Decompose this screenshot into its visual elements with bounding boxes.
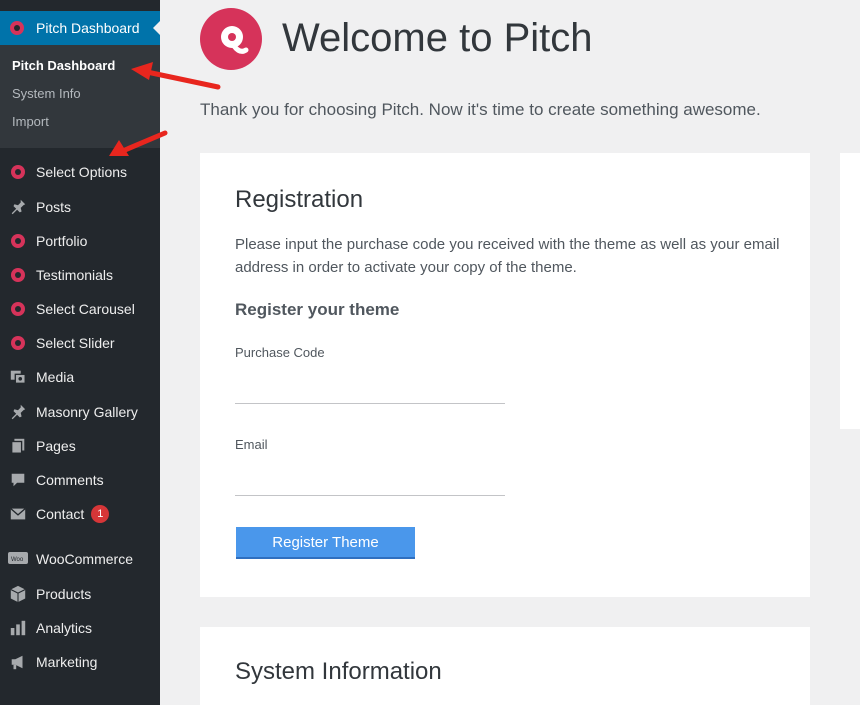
submenu-item-system-info[interactable]: System Info <box>12 86 81 101</box>
sidebar-item-masonry-gallery[interactable]: Masonry Gallery <box>0 395 160 429</box>
sidebar-item-posts[interactable]: Posts <box>0 190 160 224</box>
sidebar-item-portfolio[interactable]: Portfolio <box>0 224 160 258</box>
email-input[interactable] <box>235 466 505 496</box>
pitch-icon <box>10 21 36 35</box>
sidebar-item-label: Pages <box>36 438 76 454</box>
intro-text: Thank you for choosing Pitch. Now it's t… <box>200 100 761 119</box>
sidebar-item-label: Media <box>36 369 75 385</box>
sidebar-item-label: Select Slider <box>36 335 115 351</box>
select-icon <box>0 268 36 282</box>
sidebar-item-label: Select Carousel <box>36 301 135 317</box>
sidebar-item-pages[interactable]: Pages <box>0 429 160 463</box>
pushpin-icon <box>0 198 36 216</box>
sidebar-item-label: Comments <box>36 472 104 488</box>
system-info-card: System Information <box>200 627 810 705</box>
sidebar-item-label: Pitch Dashboard <box>36 20 140 36</box>
registration-card: Registration Please input the purchase c… <box>200 153 810 597</box>
box-icon <box>0 585 36 603</box>
purchase-code-input[interactable] <box>235 374 505 404</box>
sidebar-item-pitch-dashboard[interactable]: Pitch Dashboard <box>0 11 161 45</box>
sidebar-item-testimonials[interactable]: Testimonials <box>0 258 160 292</box>
sidebar-item-woocommerce[interactable]: Woo WooCommerce <box>0 542 160 576</box>
sidebar-item-label: Posts <box>36 199 72 215</box>
mail-icon <box>0 505 36 523</box>
comment-icon <box>0 471 36 489</box>
notification-badge: 1 <box>91 505 110 523</box>
sidebar-item-label: Masonry Gallery <box>36 404 138 420</box>
sidebar-item-label: Products <box>36 586 92 602</box>
sidebar-item-select-options[interactable]: Select Options <box>0 155 160 189</box>
sidebar-item-label: Contact <box>36 506 85 522</box>
select-icon <box>0 302 36 316</box>
media-icon <box>0 368 36 386</box>
email-label: Email <box>235 437 268 452</box>
bar-chart-icon <box>0 619 36 637</box>
sidebar-item-label: Marketing <box>36 654 98 670</box>
registration-description: Please input the purchase code you recei… <box>235 236 780 276</box>
sidebar-item-label: Portfolio <box>36 233 88 249</box>
select-icon <box>0 165 36 179</box>
current-pointer <box>153 20 161 36</box>
submenu-item-import[interactable]: Import <box>12 114 49 129</box>
pages-icon <box>0 437 36 455</box>
svg-text:Woo: Woo <box>11 557 24 563</box>
sidebar-item-label: WooCommerce <box>36 551 133 567</box>
system-info-title: System Information <box>235 658 442 685</box>
select-icon <box>0 336 36 350</box>
sidebar-item-select-carousel[interactable]: Select Carousel <box>0 292 160 326</box>
sidebar-item-media[interactable]: Media <box>0 360 160 394</box>
page-title: Welcome to Pitch <box>282 16 593 60</box>
sidebar-item-comments[interactable]: Comments <box>0 463 160 497</box>
register-theme-button[interactable]: Register Theme <box>236 527 415 559</box>
sidebar-item-analytics[interactable]: Analytics <box>0 611 160 645</box>
registration-title: Registration <box>235 186 364 213</box>
sidebar-item-marketing[interactable]: Marketing <box>0 645 160 679</box>
woo-icon: Woo <box>0 552 36 566</box>
sidebar-item-products[interactable]: Products <box>0 577 160 611</box>
register-theme-heading: Register your theme <box>235 300 400 319</box>
sidebar-item-label: Analytics <box>36 620 93 636</box>
purchase-code-label: Purchase Code <box>235 345 325 360</box>
sidebar-item-contact[interactable]: Contact 1 <box>0 497 160 531</box>
sidebar-item-label: Testimonials <box>36 267 114 283</box>
sidebar-submenu: Pitch Dashboard System Info Import <box>0 45 160 148</box>
pitch-logo <box>200 8 262 70</box>
sidebar-item-select-slider[interactable]: Select Slider <box>0 326 160 360</box>
side-card <box>840 153 860 429</box>
pushpin-icon <box>0 403 36 421</box>
admin-sidebar: Pitch Dashboard Pitch Dashboard System I… <box>0 0 161 705</box>
submenu-item-pitch-dashboard[interactable]: Pitch Dashboard <box>12 58 115 73</box>
sidebar-item-label: Select Options <box>36 164 128 180</box>
megaphone-icon <box>0 653 36 671</box>
select-icon <box>0 234 36 248</box>
